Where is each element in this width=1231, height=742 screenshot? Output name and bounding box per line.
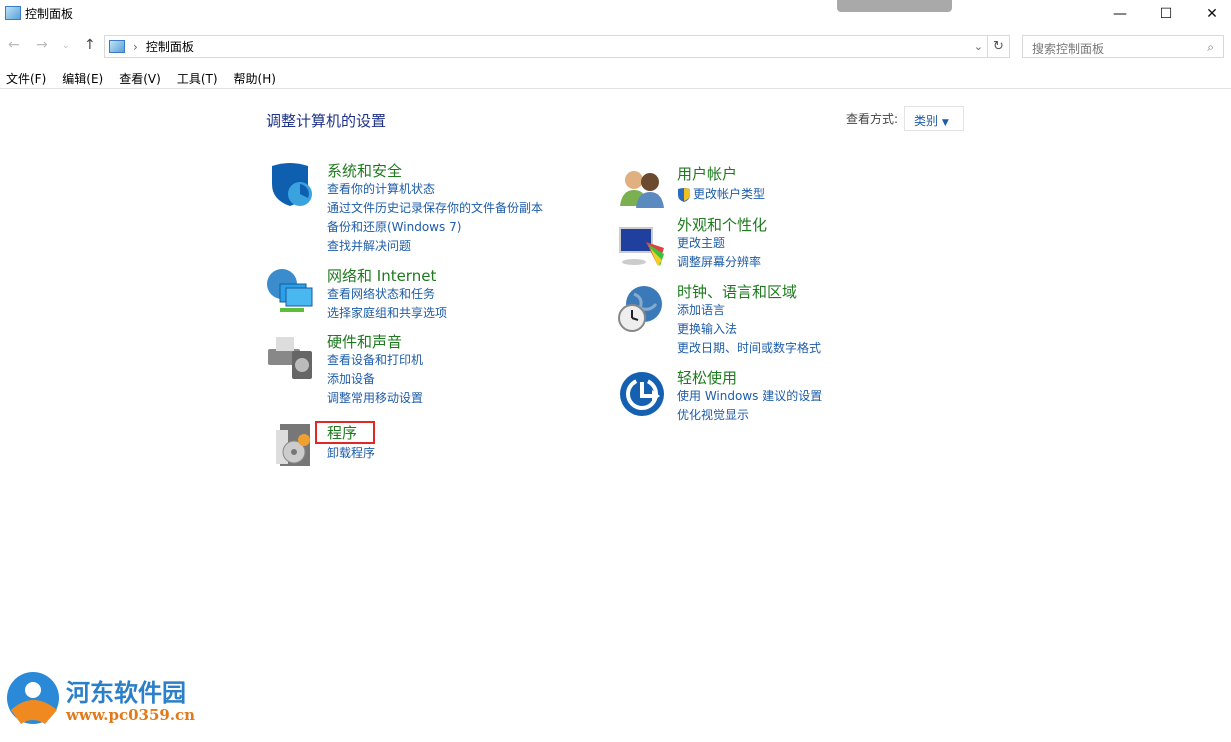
link-file-history[interactable]: 通过文件历史记录保存你的文件备份副本: [327, 199, 543, 218]
category-system-security[interactable]: 系统和安全: [327, 160, 402, 181]
menu-tools[interactable]: 工具(T): [177, 68, 218, 88]
link-change-input-method[interactable]: 更换输入法: [677, 320, 821, 339]
recent-dropdown[interactable]: ⌄: [62, 41, 70, 51]
category-network[interactable]: 网络和 Internet: [327, 265, 436, 286]
control-panel-icon: [5, 6, 21, 20]
shield-icon: [268, 160, 316, 208]
search-placeholder: 搜索控制面板: [1032, 40, 1104, 53]
search-icon[interactable]: ⌕: [1207, 40, 1214, 53]
link-backup-restore[interactable]: 备份和还原(Windows 7): [327, 218, 543, 237]
page-title: 调整计算机的设置: [266, 110, 386, 131]
view-by-value: 类别: [914, 114, 938, 128]
link-add-device[interactable]: 添加设备: [327, 370, 423, 389]
link-network-status[interactable]: 查看网络状态和任务: [327, 285, 447, 304]
refresh-button[interactable]: ↻: [988, 35, 1010, 58]
link-devices-printers[interactable]: 查看设备和打印机: [327, 351, 423, 370]
menu-help[interactable]: 帮助(H): [234, 68, 276, 88]
watermark-logo: [5, 670, 63, 726]
ease-of-access-icon: [618, 370, 666, 418]
link-uninstall-program[interactable]: 卸载程序: [327, 444, 375, 463]
menu-view[interactable]: 查看(V): [119, 68, 161, 88]
breadcrumb[interactable]: 控制面板: [146, 38, 194, 55]
up-button[interactable]: ↑: [84, 37, 96, 53]
watermark-name: 河东软件园: [66, 673, 186, 708]
search-input[interactable]: 搜索控制面板 ⌕: [1022, 35, 1224, 58]
category-clock-language-region[interactable]: 时钟、语言和区域: [677, 281, 797, 302]
back-button[interactable]: ←: [8, 37, 20, 53]
link-mobility-settings[interactable]: 调整常用移动设置: [327, 389, 423, 408]
link-homegroup[interactable]: 选择家庭组和共享选项: [327, 304, 447, 323]
minimize-button[interactable]: —: [1097, 0, 1143, 28]
view-by-label: 查看方式:: [846, 110, 898, 127]
menu-file[interactable]: 文件(F): [6, 68, 46, 88]
menu-edit[interactable]: 编辑(E): [62, 68, 103, 88]
chevron-right-icon: ›: [133, 40, 138, 54]
appearance-icon: [618, 222, 666, 270]
link-computer-status[interactable]: 查看你的计算机状态: [327, 180, 543, 199]
user-accounts-icon: [618, 164, 666, 212]
close-button[interactable]: ✕: [1189, 0, 1231, 28]
control-panel-icon: [109, 40, 125, 53]
link-change-account-type[interactable]: 更改帐户类型: [693, 185, 765, 204]
overlay-bar: [837, 0, 952, 12]
programs-icon: [272, 420, 320, 468]
window-title: 控制面板: [25, 5, 73, 22]
link-recommended-settings[interactable]: 使用 Windows 建议的设置: [677, 387, 822, 406]
menu-bar: 文件(F) 编辑(E) 查看(V) 工具(T) 帮助(H): [0, 68, 1231, 89]
link-add-language[interactable]: 添加语言: [677, 301, 821, 320]
link-troubleshoot[interactable]: 查找并解决问题: [327, 237, 543, 256]
watermark-url: www.pc0359.cn: [66, 706, 195, 724]
clock-globe-icon: [616, 284, 664, 332]
network-icon: [266, 266, 314, 314]
forward-button[interactable]: →: [36, 37, 48, 53]
uac-shield-icon: [677, 187, 691, 202]
category-programs[interactable]: 程序: [327, 422, 357, 443]
address-bar[interactable]: › 控制面板 ⌄: [104, 35, 988, 58]
printer-icon: [266, 333, 314, 381]
chevron-down-icon[interactable]: ⌄: [974, 40, 983, 53]
maximize-button[interactable]: ☐: [1143, 0, 1189, 28]
link-change-theme[interactable]: 更改主题: [677, 234, 761, 253]
link-date-time-format[interactable]: 更改日期、时间或数字格式: [677, 339, 821, 358]
category-appearance[interactable]: 外观和个性化: [677, 214, 767, 235]
caret-down-icon: ▼: [942, 118, 949, 128]
category-ease-of-access[interactable]: 轻松使用: [677, 367, 737, 388]
link-screen-resolution[interactable]: 调整屏幕分辨率: [677, 253, 761, 272]
view-by-select[interactable]: 类别 ▼: [904, 106, 964, 131]
category-user-accounts[interactable]: 用户帐户: [677, 163, 737, 184]
link-optimize-display[interactable]: 优化视觉显示: [677, 406, 822, 425]
category-hardware-sound[interactable]: 硬件和声音: [327, 331, 402, 352]
